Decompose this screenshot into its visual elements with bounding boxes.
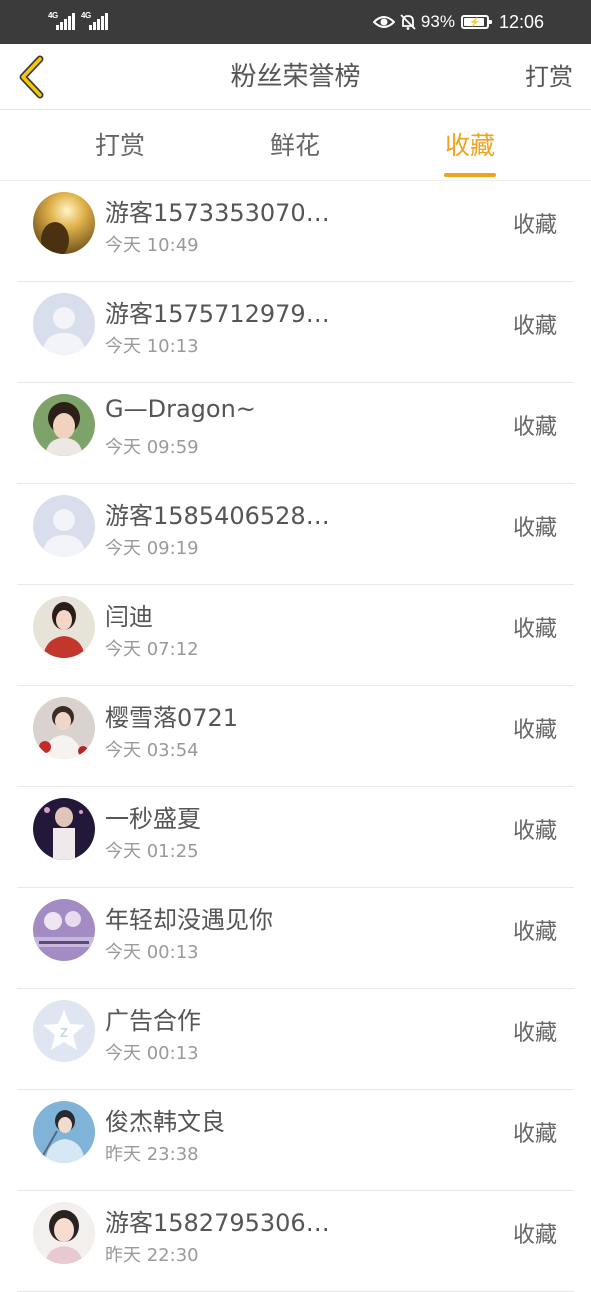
battery-charging-icon: ⚡ (460, 15, 492, 29)
avatar[interactable] (33, 899, 95, 961)
signal-icon: 4G (48, 11, 76, 30)
list-item[interactable]: 闫迪今天 07:12 收藏 (17, 585, 574, 686)
fan-name: 游客1573353070… (105, 199, 330, 227)
svg-text:Z: Z (60, 1025, 68, 1040)
fan-time: 今天 00:13 (105, 1043, 199, 1064)
page-title: 粉丝荣誉榜 (230, 62, 361, 92)
fan-name: 一秒盛夏 (105, 805, 201, 833)
tab-bar: 打赏 鲜花 收藏 (0, 110, 591, 181)
tab-reward[interactable]: 打赏 (80, 110, 160, 181)
fan-name: 年轻却没遇见你 (105, 906, 273, 934)
fan-name: 樱雪落0721 (105, 704, 239, 732)
fan-name: 广告合作 (105, 1007, 201, 1035)
fan-action-label: 收藏 (512, 718, 557, 743)
fan-name: 俊杰韩文良 (105, 1108, 225, 1136)
signal-icon: 4G (81, 11, 109, 30)
avatar[interactable] (33, 697, 95, 759)
fan-action-label: 收藏 (512, 516, 557, 541)
avatar[interactable] (33, 596, 95, 658)
network-type: 4G (81, 11, 91, 20)
fan-time: 今天 10:13 (105, 336, 199, 357)
fan-action-label: 收藏 (512, 314, 557, 339)
battery-percent: 93% (420, 12, 455, 31)
eye-icon (372, 16, 395, 28)
list-item[interactable]: 游客1582795306… 昨天 22:30 收藏 (17, 1191, 574, 1292)
fan-action-label: 收藏 (512, 819, 557, 844)
fan-time: 昨天 23:38 (105, 1144, 199, 1165)
list-item[interactable]: 俊杰韩文良昨天 23:38 收藏 (17, 1090, 574, 1191)
fan-name: 游客1582795306… (105, 1209, 330, 1237)
avatar[interactable] (33, 394, 95, 456)
tab-favorites[interactable]: 收藏 (430, 110, 510, 181)
fan-action-label: 收藏 (512, 617, 557, 642)
fan-time: 昨天 22:30 (105, 1245, 199, 1266)
fan-time: 今天 10:49 (105, 235, 199, 256)
list-item[interactable]: 樱雪落0721 今天 03:54 收藏 (17, 686, 574, 787)
list-item[interactable]: 游客1585406528… 今天 09:19 收藏 (17, 484, 574, 585)
list-item[interactable]: 年轻却没遇见你今天 00:13 收藏 (17, 888, 574, 989)
fan-time: 今天 03:54 (105, 740, 199, 761)
avatar[interactable] (33, 293, 95, 355)
fan-time: 今天 09:59 (105, 437, 199, 458)
avatar[interactable] (33, 495, 95, 557)
network-type: 4G (48, 11, 58, 20)
list-item[interactable]: 游客1573353070… 今天 10:49 收藏 (17, 181, 574, 282)
avatar[interactable]: Z (33, 1000, 95, 1062)
status-bar: 4G 4G 93% ⚡ 12:06 (0, 0, 591, 44)
fan-name: 闫迪 (105, 603, 153, 631)
fan-action-label: 收藏 (512, 213, 557, 238)
list-item[interactable]: Z 广告合作今天 00:13 收藏 (17, 989, 574, 1090)
list-item[interactable]: G—Dragon~ 今天 09:59 收藏 (17, 383, 574, 484)
fan-name: G—Dragon~ (105, 395, 256, 423)
fan-action-label: 收藏 (512, 1223, 557, 1248)
fan-time: 今天 00:13 (105, 942, 199, 963)
reward-button[interactable]: 打赏 (525, 44, 573, 110)
fan-action-label: 收藏 (512, 1021, 557, 1046)
list-item[interactable]: 游客1575712979… 今天 10:13 收藏 (17, 282, 574, 383)
fan-action-label: 收藏 (512, 920, 557, 945)
tab-indicator (444, 173, 496, 177)
list-item[interactable]: 一秒盛夏今天 01:25 收藏 (17, 787, 574, 888)
clock: 12:06 (498, 11, 544, 32)
fan-name: 游客1575712979… (105, 300, 330, 328)
fan-list: 游客1573353070… 今天 10:49 收藏 游客1575712979… 今天 1… (0, 181, 591, 1292)
tab-label: 鲜花 (269, 131, 320, 160)
fan-name: 游客1585406528… (105, 502, 330, 530)
tab-flowers[interactable]: 鲜花 (255, 110, 335, 181)
bell-off-icon (400, 14, 416, 30)
fan-action-label: 收藏 (512, 1122, 557, 1147)
fan-time: 今天 01:25 (105, 841, 199, 862)
tab-label: 收藏 (444, 131, 495, 160)
avatar[interactable] (33, 192, 95, 254)
fan-time: 今天 09:19 (105, 538, 199, 559)
avatar[interactable] (33, 1101, 95, 1163)
tab-label: 打赏 (94, 131, 145, 160)
nav-bar: 粉丝荣誉榜 打赏 (0, 44, 591, 110)
fan-time: 今天 07:12 (105, 639, 199, 660)
avatar[interactable] (33, 798, 95, 860)
avatar[interactable] (33, 1202, 95, 1264)
fan-action-label: 收藏 (512, 415, 557, 440)
